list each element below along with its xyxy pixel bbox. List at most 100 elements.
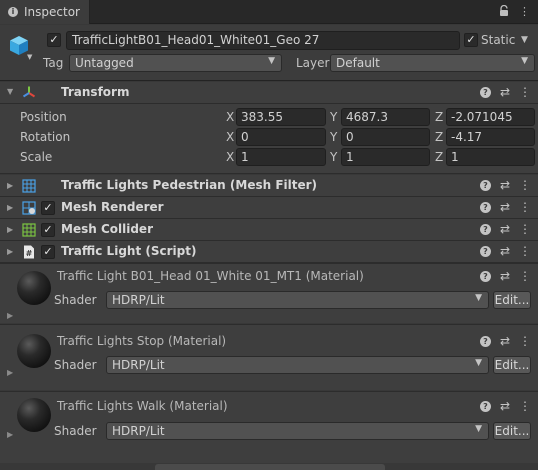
foldout-collapsed-icon[interactable]: ▶ <box>7 430 13 439</box>
inspector-tab[interactable]: i Inspector <box>0 0 90 24</box>
material-preview-sphere[interactable] <box>17 334 51 368</box>
scale-x-field[interactable]: 1 <box>236 148 326 166</box>
foldout-collapsed-icon[interactable]: ▶ <box>7 368 13 377</box>
axis-x-label[interactable]: X <box>226 150 234 164</box>
kebab-menu-icon[interactable]: ⋮ <box>519 5 530 19</box>
shader-value: HDRP/Lit <box>112 424 165 438</box>
kebab-menu-icon[interactable]: ⋮ <box>519 269 531 283</box>
icon-dropdown-caret-icon[interactable]: ▼ <box>27 53 32 61</box>
transform-header[interactable]: ▼ Transform ? ⇄ ⋮ <box>0 82 538 104</box>
tag-value: Untagged <box>75 56 134 70</box>
help-icon[interactable]: ? <box>479 87 491 98</box>
shader-dropdown[interactable]: HDRP/Lit ▼ <box>106 422 489 440</box>
tag-dropdown[interactable]: Untagged ▼ <box>69 54 282 72</box>
scale-z-field[interactable]: 1 <box>446 148 535 166</box>
traffic-light-script-header[interactable]: ▶ # ✓ Traffic Light (Script) ? ⇄ ⋮ <box>0 241 538 263</box>
kebab-menu-icon[interactable]: ⋮ <box>519 399 531 413</box>
position-y-field[interactable]: 4687.3 <box>341 108 430 126</box>
layer-dropdown[interactable]: Default ▼ <box>330 54 535 72</box>
static-checkbox[interactable]: ✓ <box>464 33 478 47</box>
foldout-collapsed-icon[interactable]: ▶ <box>7 247 13 256</box>
help-icon[interactable]: ? <box>479 336 491 347</box>
static-dropdown-caret-icon[interactable]: ▼ <box>521 35 528 45</box>
foldout-expanded-icon[interactable]: ▼ <box>7 87 13 96</box>
preset-sliders-icon[interactable]: ⇄ <box>500 269 510 283</box>
tag-label: Tag <box>43 56 64 70</box>
shader-label: Shader <box>54 293 97 307</box>
add-component-button[interactable] <box>155 464 385 470</box>
foldout-collapsed-icon[interactable]: ▶ <box>7 203 13 212</box>
material-title: Traffic Lights Walk (Material) <box>57 399 228 413</box>
tab-icons: ⋮ <box>499 5 530 19</box>
lock-icon[interactable] <box>499 5 509 17</box>
help-icon[interactable]: ? <box>479 224 491 235</box>
foldout-collapsed-icon[interactable]: ▶ <box>7 225 13 234</box>
gameobject-header: ▼ ✓ TrafficLightB01_Head01_White01_Geo 2… <box>0 25 538 81</box>
script-icon: # <box>24 245 34 259</box>
mesh-collider-enabled-checkbox[interactable]: ✓ <box>41 223 55 237</box>
help-icon[interactable]: ? <box>479 246 491 257</box>
preset-sliders-icon[interactable]: ⇄ <box>500 334 510 348</box>
material-section: Traffic Light B01_Head 01_White 01_MT1 (… <box>0 263 538 323</box>
axis-z-label[interactable]: Z <box>435 110 443 124</box>
foldout-collapsed-icon[interactable]: ▶ <box>7 311 13 320</box>
mesh-renderer-title: Mesh Renderer <box>61 200 164 214</box>
kebab-menu-icon[interactable]: ⋮ <box>519 222 531 236</box>
axis-y-label[interactable]: Y <box>330 150 337 164</box>
position-x-field[interactable]: 383.55 <box>236 108 326 126</box>
axis-x-label[interactable]: X <box>226 110 234 124</box>
scale-y-field[interactable]: 1 <box>341 148 430 166</box>
position-label: Position <box>20 110 67 124</box>
rotation-x-field[interactable]: 0 <box>236 128 326 146</box>
position-z-field[interactable]: -2.071045 <box>446 108 535 126</box>
shader-dropdown[interactable]: HDRP/Lit ▼ <box>106 291 489 309</box>
shader-dropdown[interactable]: HDRP/Lit ▼ <box>106 356 489 374</box>
mesh-renderer-header[interactable]: ▶ ✓ Mesh Renderer ? ⇄ ⋮ <box>0 197 538 219</box>
edit-shader-button[interactable]: Edit... <box>493 422 531 440</box>
rotation-label: Rotation <box>20 130 71 144</box>
shader-value: HDRP/Lit <box>112 358 165 372</box>
axis-x-label[interactable]: X <box>226 130 234 144</box>
chevron-down-icon: ▼ <box>521 56 528 66</box>
active-checkbox[interactable]: ✓ <box>47 33 61 47</box>
inspector-tab-label: Inspector <box>24 5 80 19</box>
inspector-tab-bar: i Inspector ⋮ <box>0 0 538 24</box>
chevron-down-icon: ▼ <box>475 358 482 368</box>
edit-shader-button[interactable]: Edit... <box>493 291 531 309</box>
script-enabled-checkbox[interactable]: ✓ <box>41 245 55 259</box>
mesh-collider-header[interactable]: ▶ ✓ Mesh Collider ? ⇄ ⋮ <box>0 219 538 241</box>
preset-sliders-icon[interactable]: ⇄ <box>500 244 510 258</box>
preset-sliders-icon[interactable]: ⇄ <box>500 222 510 236</box>
mesh-renderer-enabled-checkbox[interactable]: ✓ <box>41 201 55 215</box>
preset-sliders-icon[interactable]: ⇄ <box>500 178 510 192</box>
axis-z-label[interactable]: Z <box>435 150 443 164</box>
scale-label: Scale <box>20 150 53 164</box>
preset-sliders-icon[interactable]: ⇄ <box>500 200 510 214</box>
kebab-menu-icon[interactable]: ⋮ <box>519 200 531 214</box>
edit-shader-button[interactable]: Edit... <box>493 356 531 374</box>
kebab-menu-icon[interactable]: ⋮ <box>519 334 531 348</box>
help-icon[interactable]: ? <box>479 271 491 282</box>
rotation-y-field[interactable]: 0 <box>341 128 430 146</box>
preset-sliders-icon[interactable]: ⇄ <box>500 85 510 99</box>
chevron-down-icon: ▼ <box>268 56 275 66</box>
help-icon[interactable]: ? <box>479 180 491 191</box>
object-name-field[interactable]: TrafficLightB01_Head01_White01_Geo 27 <box>66 31 460 50</box>
axis-y-label[interactable]: Y <box>330 110 337 124</box>
layer-label: Layer <box>296 56 330 70</box>
help-icon[interactable]: ? <box>479 401 491 412</box>
position-row: Position X 383.55 Y 4687.3 Z -2.071045 <box>0 107 538 127</box>
mesh-filter-header[interactable]: ▶ Traffic Lights Pedestrian (Mesh Filter… <box>0 175 538 197</box>
axis-y-label[interactable]: Y <box>330 130 337 144</box>
rotation-z-field[interactable]: -4.17 <box>446 128 535 146</box>
foldout-collapsed-icon[interactable]: ▶ <box>7 181 13 190</box>
preset-sliders-icon[interactable]: ⇄ <box>500 399 510 413</box>
help-icon[interactable]: ? <box>479 202 491 213</box>
material-preview-sphere[interactable] <box>17 271 51 305</box>
material-preview-sphere[interactable] <box>17 398 51 432</box>
kebab-menu-icon[interactable]: ⋮ <box>519 178 531 192</box>
kebab-menu-icon[interactable]: ⋮ <box>519 244 531 258</box>
chevron-down-icon: ▼ <box>475 424 482 434</box>
axis-z-label[interactable]: Z <box>435 130 443 144</box>
kebab-menu-icon[interactable]: ⋮ <box>519 85 531 99</box>
